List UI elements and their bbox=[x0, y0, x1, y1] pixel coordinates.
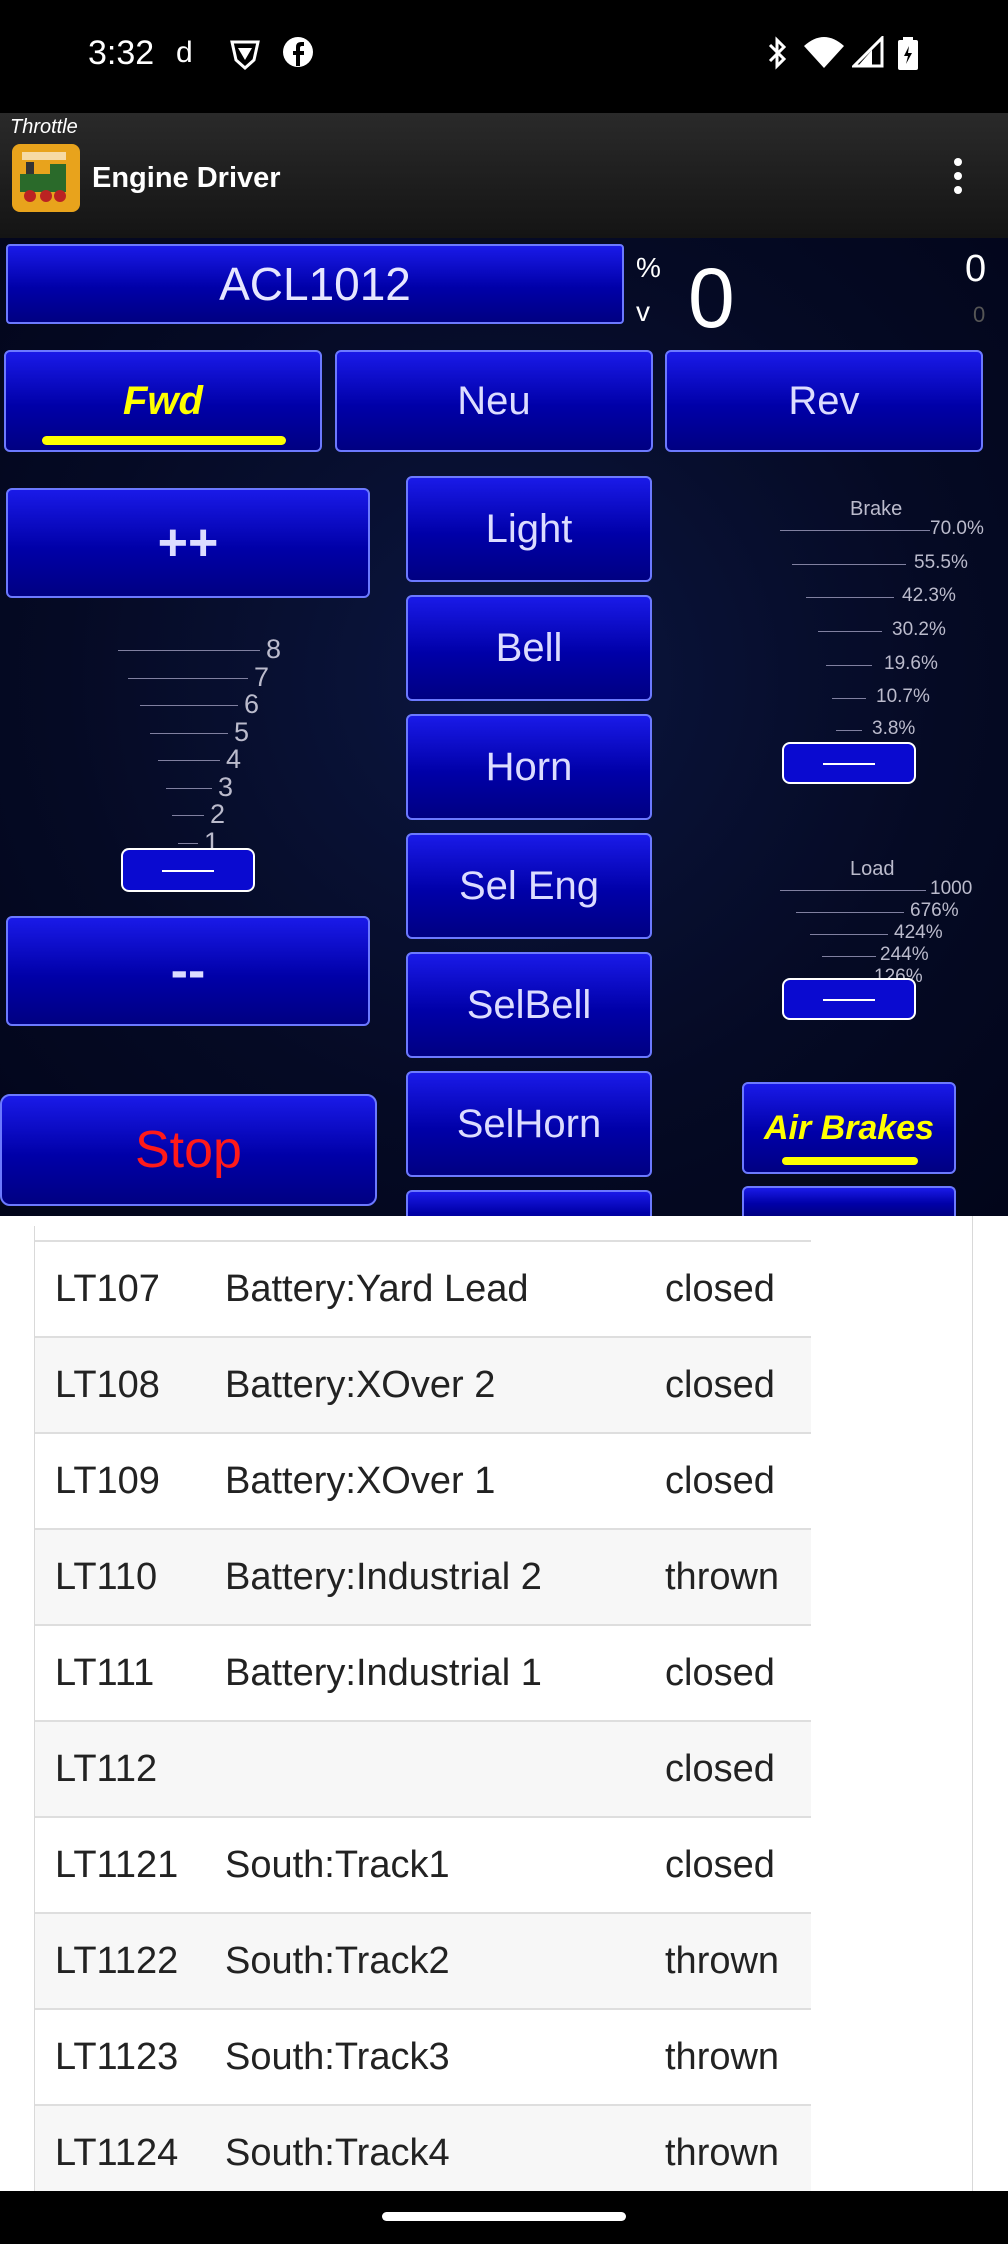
load-tick: 1000 bbox=[930, 878, 973, 899]
table-row[interactable]: LT1123 South:Track3 thrown bbox=[35, 2010, 811, 2106]
function-horn-button[interactable]: Horn bbox=[406, 714, 652, 820]
table-row[interactable]: LT109 Battery:XOver 1 closed bbox=[35, 1434, 811, 1530]
cell-signal-icon bbox=[850, 34, 884, 76]
turnout-id: LT109 bbox=[55, 1460, 160, 1502]
readout-bottom: 0 bbox=[973, 302, 986, 327]
brake-tick: 3.8% bbox=[872, 718, 916, 739]
turnout-name: Battery:XOver 2 bbox=[225, 1364, 496, 1406]
function-selbell-button[interactable]: SelBell bbox=[406, 952, 652, 1058]
function-sel-eng-button[interactable]: Sel Eng bbox=[406, 833, 652, 939]
function-bell-button[interactable]: Bell bbox=[406, 595, 652, 701]
loco-select-button[interactable]: ACL1012 bbox=[6, 244, 624, 324]
table-row[interactable]: LT1124 South:Track4 thrown bbox=[35, 2106, 811, 2191]
turnout-id: LT112 bbox=[55, 1748, 158, 1790]
direction-neu-button[interactable]: Neu bbox=[335, 350, 653, 452]
bluetooth-icon bbox=[764, 36, 790, 78]
vpn-shield-icon bbox=[228, 36, 262, 78]
notch-label: 6 bbox=[244, 689, 260, 719]
brake-tick: 30.2% bbox=[892, 619, 946, 640]
speed-readout: 0 bbox=[688, 251, 735, 345]
turnout-name: Battery:Industrial 2 bbox=[225, 1556, 542, 1598]
facebook-icon bbox=[282, 36, 314, 76]
table-row[interactable]: LT112 closed bbox=[35, 1722, 811, 1818]
brake-label: Brake bbox=[850, 498, 903, 520]
direction-rev-button[interactable]: Rev bbox=[665, 350, 983, 452]
turnout-name: South:Track4 bbox=[225, 2132, 450, 2174]
turnout-state[interactable]: thrown bbox=[665, 1556, 779, 1599]
turnout-state[interactable]: closed bbox=[665, 1268, 775, 1311]
table-row[interactable]: LT1122 South:Track2 thrown bbox=[35, 1914, 811, 2010]
brake-tick: 42.3% bbox=[902, 585, 956, 606]
load-label: Load bbox=[850, 858, 895, 880]
turnout-state[interactable]: thrown bbox=[665, 1940, 779, 1983]
turnout-id: LT1121 bbox=[55, 1844, 179, 1886]
turnout-name: Battery:Yard Lead bbox=[225, 1268, 529, 1310]
turnout-name: South:Track1 bbox=[225, 1844, 450, 1886]
brake-tick: 55.5% bbox=[914, 552, 968, 573]
speed-decrease-button[interactable]: -- bbox=[6, 916, 370, 1026]
turnout-name: Battery:XOver 1 bbox=[225, 1460, 496, 1502]
speed-unit-v: v bbox=[636, 296, 650, 327]
home-gesture-handle[interactable] bbox=[382, 2212, 626, 2221]
notch-label: 2 bbox=[210, 799, 226, 829]
turnout-state[interactable]: closed bbox=[665, 1844, 775, 1887]
throttle-slider-thumb[interactable] bbox=[121, 848, 255, 892]
fwd-selected-indicator bbox=[42, 436, 286, 445]
air-brakes-indicator bbox=[782, 1157, 918, 1165]
turnout-name: South:Track2 bbox=[225, 1940, 450, 1982]
turnout-name: Battery:Industrial 1 bbox=[225, 1652, 542, 1694]
turnout-id: LT108 bbox=[55, 1364, 160, 1406]
turnout-state[interactable]: closed bbox=[665, 1748, 775, 1791]
table-row[interactable]: LT110 Battery:Industrial 2 thrown bbox=[35, 1530, 811, 1626]
turnout-state[interactable]: closed bbox=[665, 1460, 775, 1503]
brake-tick: 19.6% bbox=[884, 653, 938, 674]
app-subtitle: Throttle bbox=[10, 116, 78, 138]
turnout-id: LT1123 bbox=[55, 2036, 179, 2078]
turnout-state[interactable]: thrown bbox=[665, 2036, 779, 2079]
load-slider-thumb[interactable] bbox=[782, 978, 916, 1020]
table-row[interactable]: LT107 Battery:Yard Lead closed bbox=[35, 1242, 811, 1338]
turnout-id: LT1124 bbox=[55, 2132, 179, 2174]
speed-increase-button[interactable]: ++ bbox=[6, 488, 370, 598]
readout-top: 0 bbox=[965, 248, 987, 290]
brake-slider-thumb[interactable] bbox=[782, 742, 916, 784]
brake-tick: 10.7% bbox=[876, 686, 930, 707]
turnout-name: South:Track3 bbox=[225, 2036, 450, 2078]
app-title: Engine Driver bbox=[92, 162, 281, 194]
turnout-list: LT107 Battery:Yard Lead closed LT108 Battery… bbox=[0, 1216, 1008, 2191]
function-selhorn-button[interactable]: SelHorn bbox=[406, 1071, 652, 1177]
table-row[interactable]: LT111 Battery:Industrial 1 closed bbox=[35, 1626, 811, 1722]
table-row-partial bbox=[35, 1226, 811, 1242]
notch-label: 4 bbox=[226, 744, 242, 774]
speed-unit-percent: % bbox=[636, 252, 661, 283]
status-time: 3:32 bbox=[88, 34, 155, 72]
table-row[interactable]: LT108 Battery:XOver 2 closed bbox=[35, 1338, 811, 1434]
turnout-id: LT111 bbox=[55, 1652, 155, 1694]
turnout-state[interactable]: closed bbox=[665, 1364, 775, 1407]
turnout-id: LT110 bbox=[55, 1556, 158, 1598]
turnout-state[interactable]: thrown bbox=[665, 2132, 779, 2175]
brake-tick: 70.0% bbox=[930, 518, 984, 539]
button-partial-right[interactable] bbox=[742, 1186, 956, 1216]
turnout-id: LT107 bbox=[55, 1268, 160, 1310]
battery-icon bbox=[896, 36, 920, 80]
app-logo bbox=[12, 144, 80, 212]
function-light-button[interactable]: Light bbox=[406, 476, 652, 582]
notification-icon: d bbox=[176, 36, 193, 69]
table-border bbox=[972, 1216, 973, 2191]
turnout-table: LT107 Battery:Yard Lead closed LT108 Battery… bbox=[34, 1226, 811, 2191]
load-tick: 676% bbox=[910, 900, 959, 921]
load-tick: 424% bbox=[894, 922, 943, 943]
wifi-icon bbox=[804, 36, 844, 76]
turnout-state[interactable]: closed bbox=[665, 1652, 775, 1695]
overflow-menu-icon[interactable] bbox=[948, 158, 968, 200]
table-row[interactable]: LT1121 South:Track1 closed bbox=[35, 1818, 811, 1914]
stop-button[interactable]: Stop bbox=[0, 1094, 377, 1206]
turnout-id: LT1122 bbox=[55, 1940, 179, 1982]
load-tick: 244% bbox=[880, 944, 929, 965]
notch-label: 8 bbox=[266, 634, 282, 664]
